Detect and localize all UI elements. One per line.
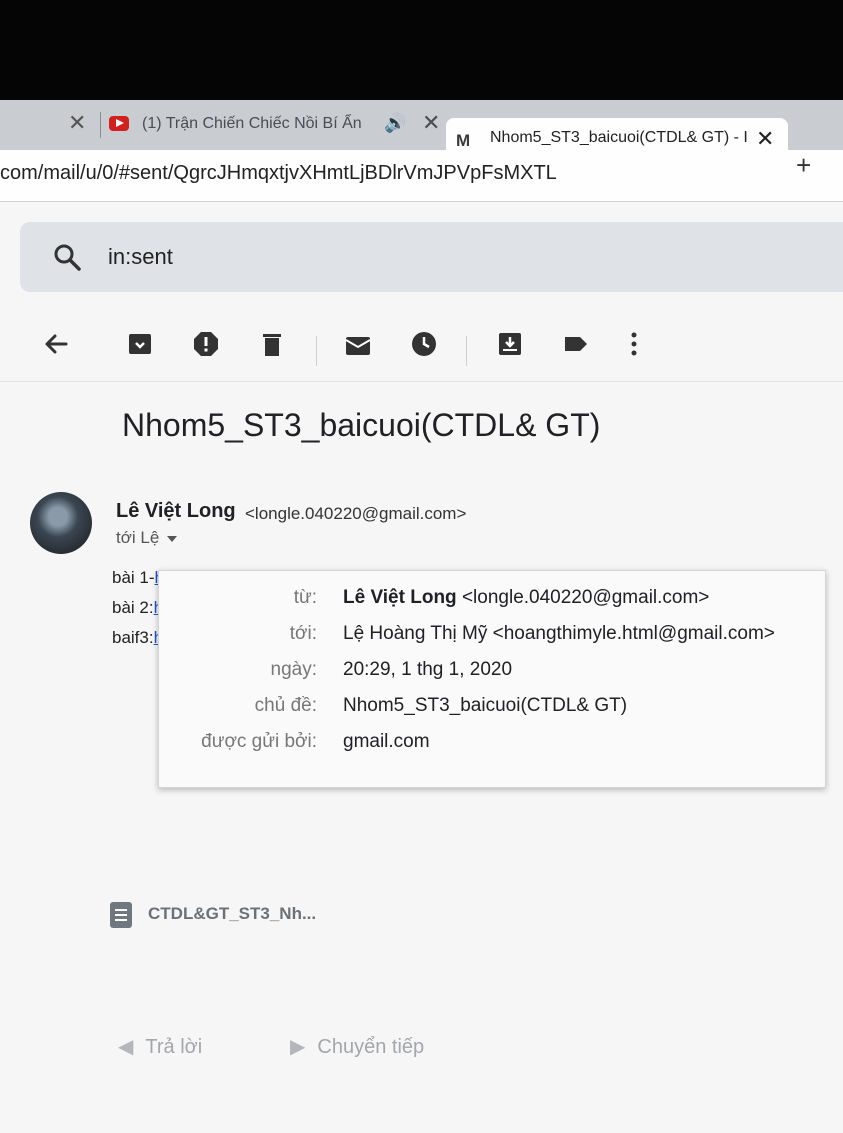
recipient-text: tới Lệ [116,528,160,547]
search-bar[interactable]: in:sent [20,222,843,292]
search-icon[interactable] [52,242,82,272]
label-icon[interactable] [562,330,590,358]
date-value: 20:29, 1 thg 1, 2020 [343,659,513,680]
url-text[interactable]: com/mail/u/0/#sent/QgrcJHmqxtjvXHmtLjBDl… [0,162,557,185]
attachment-name: CTDL&GT_ST3_Nh... [148,904,317,923]
tab-title: Nhom5_ST3_baicuoi(CTDL& GT) - I [490,129,748,146]
sender-avatar[interactable] [30,492,92,554]
subject-value: Nhom5_ST3_baicuoi(CTDL& GT) [343,695,628,716]
message-details-popup: từ: Lê Việt Long <longle.040220@gmail.co… [158,570,826,788]
recipient-line[interactable]: tới Lệ [116,528,178,548]
chevron-down-icon[interactable] [167,535,178,542]
sender-name[interactable]: Lê Việt Long [116,500,236,523]
body-line: bài 1-h [112,568,164,588]
tab-youtube[interactable]: (1) Trận Chiến Chiếc Nồi Bí Ẩn 🔊 ✕ [106,108,446,140]
reply-button[interactable]: ◀ Trả lời [118,1034,202,1059]
forward-label: Chuyển tiếp [317,1036,425,1058]
forward-button[interactable]: ▶ Chuyển tiếp [290,1034,424,1059]
toolbar-divider [466,336,467,366]
body-line: baif3:h [112,628,163,648]
audio-playing-icon[interactable]: 🔊 [384,113,406,134]
document-icon [110,902,132,928]
move-to-icon[interactable] [496,330,524,358]
to-value: Lệ Hoàng Thị Mỹ <hoangthimyle.html@gmail… [343,623,775,644]
sender-email: <longle.040220@gmail.com> [245,504,467,523]
report-spam-icon[interactable] [192,330,220,358]
mark-unread-icon[interactable] [344,330,372,358]
reply-label: Trả lời [145,1036,203,1058]
address-bar[interactable]: com/mail/u/0/#sent/QgrcJHmqxtjvXHmtLjBDl… [0,150,843,202]
close-tab-icon[interactable]: ✕ [756,126,774,152]
more-icon[interactable] [620,330,648,358]
message-subject: Nhom5_ST3_baicuoi(CTDL& GT) [122,407,601,443]
gmail-icon: M [456,131,471,150]
from-label: từ: [293,587,317,608]
close-tab-icon[interactable]: ✕ [68,110,86,136]
tab-title: (1) Trận Chiến Chiếc Nồi Bí Ẩn [142,115,362,132]
reply-icon: ◀ [118,1036,134,1058]
delete-icon[interactable] [258,330,286,358]
youtube-icon [109,116,129,131]
back-arrow-icon[interactable] [42,330,70,358]
gmail-app: in:sent Nhom5_ST3_baicuoi(CTDL& GT) Lê V… [0,202,843,1133]
forward-icon: ▶ [290,1036,306,1058]
search-input[interactable]: in:sent [108,244,173,270]
snooze-icon[interactable] [410,330,438,358]
screen-bezel [0,0,843,100]
mailed-by-value: gmail.com [343,731,430,752]
to-label: tới: [289,623,317,644]
tab-divider [100,112,101,138]
from-value: Lê Việt Long <longle.040220@gmail.com> [343,587,710,608]
mailed-by-label: được gửi bởi: [201,731,317,752]
date-label: ngày: [270,659,317,680]
new-tab-icon[interactable]: + [796,150,811,181]
body-line: bài 2:h [112,598,163,618]
close-tab-icon[interactable]: ✕ [422,110,440,136]
message-toolbar [0,312,843,382]
toolbar-divider [316,336,317,366]
subject-label: chủ đề: [254,695,317,716]
archive-icon[interactable] [126,330,154,358]
